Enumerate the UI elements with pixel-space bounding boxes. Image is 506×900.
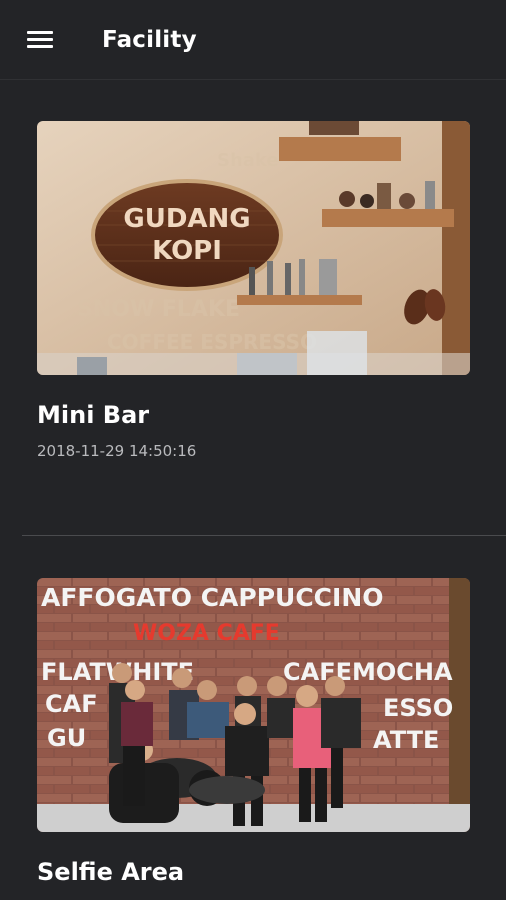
wall-text-5: CAF bbox=[45, 690, 98, 718]
wall-text-6: ESSO bbox=[383, 694, 453, 722]
facility-name: Mini Bar bbox=[37, 401, 150, 429]
facility-date: 2018-11-29 14:50:16 bbox=[37, 442, 197, 460]
wall-text-7: GU bbox=[47, 724, 86, 752]
app-screen: Facility SNOW FLAKE COFFEE ESPRESSO Shak… bbox=[0, 0, 506, 900]
facility-image-selfie-area[interactable]: AFFOGATO CAPPUCCINO WOZA CAFE FLATWHITE … bbox=[37, 578, 470, 832]
sign-text-1: GUDANG bbox=[123, 204, 250, 234]
menu-icon[interactable] bbox=[20, 24, 60, 56]
facility-image-mini-bar[interactable]: SNOW FLAKE COFFEE ESPRESSO Shake GUDANG … bbox=[37, 121, 470, 375]
page-title: Facility bbox=[102, 27, 197, 53]
svg-text:Shake: Shake bbox=[217, 150, 279, 171]
wall-text-1: AFFOGATO CAPPUCCINO bbox=[41, 583, 384, 612]
wall-text-8: ATTE bbox=[373, 726, 439, 754]
svg-text:SNOW FLAKE: SNOW FLAKE bbox=[77, 297, 240, 322]
wall-text-2: WOZA CAFE bbox=[133, 621, 280, 646]
sign-text-2: KOPI bbox=[152, 236, 222, 266]
app-bar: Facility bbox=[0, 0, 506, 80]
facility-name: Selfie Area bbox=[37, 858, 185, 886]
wall-text-4: CAFEMOCHA bbox=[283, 658, 453, 686]
svg-text:COFFEE ESPRESSO: COFFEE ESPRESSO bbox=[107, 330, 317, 354]
divider bbox=[22, 535, 506, 536]
